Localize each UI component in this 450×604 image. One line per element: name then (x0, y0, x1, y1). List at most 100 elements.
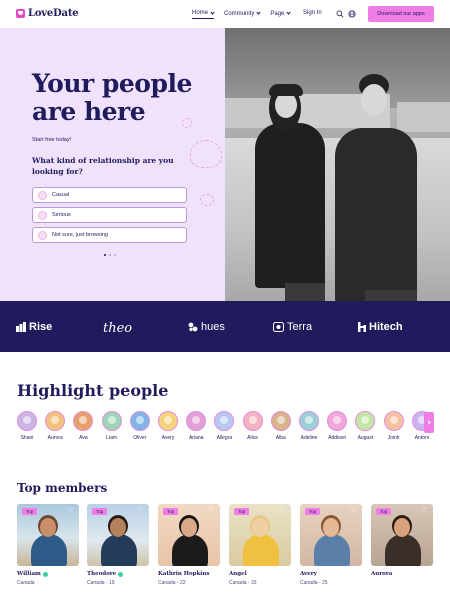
avatar (214, 411, 235, 431)
option-label: Not sure, just browsing (52, 232, 108, 238)
highlight-person[interactable]: Ariana (183, 411, 209, 441)
avatar (299, 411, 319, 431)
option-serious[interactable]: Serious (32, 207, 187, 223)
member-location: Canada - 22 (158, 580, 186, 586)
highlight-person[interactable]: Avery (155, 411, 181, 441)
highlight-person[interactable]: Alice (240, 411, 266, 441)
nav-community-label: Community (224, 10, 255, 17)
member-card[interactable]: Top ♡ Avery Canada - 25 (300, 504, 362, 586)
relationship-question: What kind of relationship are you lookin… (32, 156, 174, 176)
person-name: Shani (20, 435, 34, 441)
brand-name: LoveDate (28, 8, 79, 19)
photo-building (397, 102, 450, 132)
option-not-sure[interactable]: Not sure, just browsing (32, 227, 187, 243)
highlight-person[interactable]: Aurora (42, 411, 68, 441)
heart-icon[interactable]: ♡ (67, 507, 74, 514)
man-head (361, 84, 387, 116)
verified-icon (118, 571, 124, 577)
member-card[interactable]: Top ♡ Kathrin Hopkins Canada - 22 (158, 504, 220, 586)
member-figure (101, 534, 137, 566)
member-name: Avery (300, 571, 317, 577)
hitech-logo-icon (358, 322, 366, 332)
carousel-dot[interactable] (104, 254, 106, 256)
highlight-people-row: Shani Aurora Ava Liam Oliver Avery Ariana Alleg… (14, 411, 434, 451)
heart-logo-icon (16, 9, 25, 18)
sign-in-link[interactable]: Sign In (303, 10, 322, 16)
highlight-person[interactable]: Adeline (296, 411, 322, 441)
person-name: Adeline (300, 435, 318, 441)
logo[interactable]: LoveDate (16, 8, 79, 19)
terra-logo-icon (273, 322, 284, 332)
highlight-person[interactable]: Addison (324, 411, 350, 441)
heart-icon[interactable]: ♡ (137, 507, 144, 514)
highlight-people-title: Highlight people (17, 381, 169, 400)
member-card[interactable]: Top ♡ Theodore Canada - 19 (87, 504, 149, 586)
member-name-row: William (17, 571, 79, 577)
highlight-person[interactable]: Ava (70, 411, 96, 441)
member-name: Kathrin Hopkins (158, 571, 210, 577)
member-name-row: Angel (229, 571, 291, 577)
person-name: Allegra (216, 435, 233, 441)
member-location: Canada - 33 (229, 580, 257, 586)
avatar (101, 411, 122, 431)
member-name-row: Aurora (371, 571, 433, 577)
highlight-person[interactable]: Joinh (381, 411, 407, 441)
top-badge: Top (305, 508, 321, 515)
radio-icon (38, 230, 47, 240)
person-name: Ariana (188, 435, 204, 441)
member-photo: Top ♡ (371, 504, 433, 566)
heart-icon[interactable]: ♡ (208, 507, 215, 514)
highlight-person[interactable]: August (352, 411, 378, 441)
highlight-person[interactable]: Alba (268, 411, 294, 441)
member-card[interactable]: Top ♡ Angel Canada - 33 (229, 504, 291, 586)
avatar (129, 411, 150, 431)
member-photo: Top ♡ (229, 504, 291, 566)
top-badge: Top (22, 508, 38, 515)
nav-community[interactable]: Community (224, 10, 261, 19)
option-label: Casual (52, 192, 70, 198)
member-card[interactable]: Top ♡ Aurora (371, 504, 433, 580)
avatar (17, 411, 37, 431)
member-card[interactable]: Top ♡ William Canada (17, 504, 79, 586)
highlight-person[interactable]: Allegra (211, 411, 237, 441)
verified-icon (42, 571, 48, 577)
person-name: Oliver (133, 435, 147, 441)
top-badge: Top (234, 508, 250, 515)
person-name: Addison (328, 435, 347, 441)
member-head (181, 518, 197, 537)
heart-decoration-icon (190, 140, 222, 168)
person-name: Alba (275, 435, 286, 441)
member-head (394, 518, 410, 537)
carousel-dot[interactable] (109, 254, 111, 256)
download-apps-button[interactable]: Download our apps (368, 6, 434, 22)
brand-label: theo (103, 321, 133, 336)
heart-icon[interactable]: ♡ (279, 507, 286, 514)
person-name: Aurora (47, 435, 63, 441)
carousel-dots (104, 254, 116, 256)
member-location: Canada (17, 580, 35, 586)
search-icon[interactable] (336, 10, 344, 18)
person-name: Joinh (387, 435, 400, 441)
woman-figure (255, 123, 325, 288)
member-photo: Top ♡ (300, 504, 362, 566)
top-badge: Top (376, 508, 392, 515)
radio-icon (38, 190, 47, 200)
next-people-button[interactable] (424, 412, 434, 433)
highlight-person[interactable]: Shani (14, 411, 40, 441)
nav-home-label: Home (192, 10, 209, 16)
nav-page[interactable]: Page (270, 10, 291, 19)
highlight-person[interactable]: Oliver (127, 411, 153, 441)
option-casual[interactable]: Casual (32, 187, 187, 203)
carousel-dot[interactable] (114, 254, 116, 256)
heart-decoration-icon (182, 118, 192, 128)
couple-photo (225, 28, 450, 301)
heart-icon[interactable]: ♡ (421, 507, 428, 514)
brand-label: Terra (287, 321, 313, 333)
highlight-person[interactable]: Liam (99, 411, 125, 441)
globe-icon[interactable] (348, 10, 356, 18)
member-photo: Top ♡ (87, 504, 149, 566)
heart-icon[interactable]: ♡ (350, 507, 357, 514)
member-head (40, 518, 56, 537)
nav-home[interactable]: Home (192, 9, 215, 19)
person-name: Alice (247, 435, 259, 441)
